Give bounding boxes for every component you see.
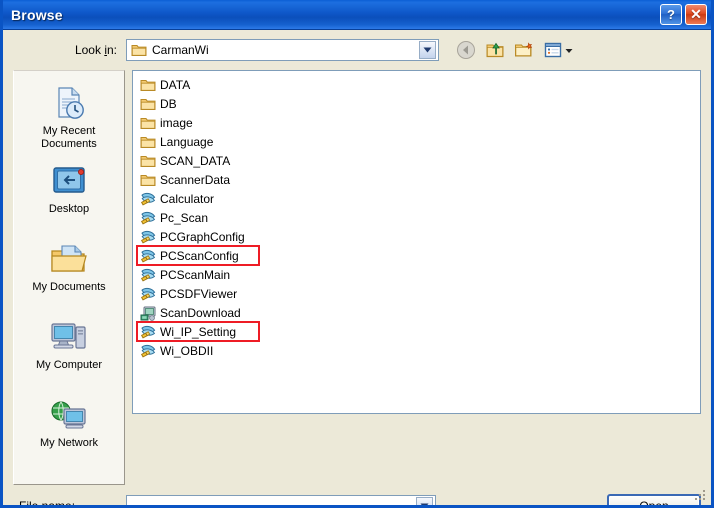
file-list-item-label: PCScanConfig (160, 248, 239, 263)
application-icon (140, 191, 156, 207)
folder-icon (140, 153, 156, 169)
file-list-item-label: DB (160, 96, 177, 111)
sidebar-item-label: My Network (39, 437, 99, 449)
action-button-group: Open Cancel (585, 493, 701, 505)
file-list-item[interactable]: DB (137, 94, 255, 113)
desktop-icon (48, 161, 90, 201)
file-list-item-label: DATA (160, 77, 191, 92)
dialog-body: My Recent Documents Desktop My Documents… (3, 70, 711, 485)
lookin-label: Look in: (74, 43, 117, 57)
sidebar-item-label: My Computer (35, 359, 103, 371)
sidebar-item-label: My Recent Documents (41, 125, 97, 150)
back-button[interactable] (455, 39, 477, 61)
file-list-item[interactable]: Pc_Scan (137, 208, 255, 227)
resize-grip[interactable] (695, 490, 707, 502)
file-list-item[interactable]: Language (137, 132, 255, 151)
close-button[interactable]: ✕ (685, 4, 707, 25)
file-list-item-label: Wi_OBDII (160, 343, 214, 358)
sidebar-item-desktop[interactable]: Desktop (14, 157, 124, 235)
views-dropdown-arrow[interactable] (565, 41, 573, 59)
file-list-item[interactable]: image (137, 113, 255, 132)
browse-dialog: Browse ? ✕ Look in: CarmanWi My Recent D… (0, 0, 714, 508)
filename-label: File name: (19, 499, 76, 508)
application-icon (140, 286, 156, 302)
sidebar-item-label: My Documents (32, 281, 106, 293)
file-list-item-label: Calculator (160, 191, 215, 206)
caption-button-group: ? ✕ (660, 4, 707, 25)
file-list-item[interactable]: Wi_IP_Setting (136, 321, 260, 342)
application-icon (140, 210, 156, 226)
window-title: Browse (11, 6, 63, 23)
file-list-item-label: ScannerData (160, 172, 231, 187)
bottom-controls: File name: Files of type: Applications (… (3, 493, 711, 508)
file-list-item[interactable]: ScannerData (137, 170, 255, 189)
file-list-item-label: PCGraphConfig (160, 229, 245, 244)
sidebar-item-my-documents[interactable]: My Documents (14, 235, 124, 313)
open-button[interactable]: Open (607, 494, 701, 505)
up-one-level-button[interactable] (484, 39, 506, 61)
sidebar-item-label: Desktop (48, 203, 90, 215)
file-list-item-label: Pc_Scan (160, 210, 209, 225)
lookin-current-folder: CarmanWi (152, 43, 209, 57)
file-list-item[interactable]: PCScanConfig (136, 245, 260, 266)
my-documents-icon (48, 239, 90, 279)
file-list-item-label: ScanDownload (160, 305, 241, 320)
folder-icon (140, 96, 156, 112)
file-list-item-label: SCAN_DATA (160, 153, 231, 168)
application-icon (140, 229, 156, 245)
file-list-item[interactable]: Wi_OBDII (137, 341, 255, 360)
filename-dropdown-arrow[interactable] (416, 497, 433, 505)
filename-row: File name: (13, 493, 585, 508)
application-icon (140, 343, 156, 359)
recent-documents-icon (48, 83, 90, 123)
my-computer-icon (48, 317, 90, 357)
views-button-group[interactable] (542, 39, 573, 61)
folder-icon (140, 172, 156, 188)
sidebar-item-my-computer[interactable]: My Computer (14, 313, 124, 391)
file-list-item-label: Language (160, 134, 214, 149)
new-folder-button[interactable] (513, 39, 535, 61)
application-icon (140, 267, 156, 283)
folder-icon (140, 77, 156, 93)
my-network-icon (48, 395, 90, 435)
application-icon (140, 248, 156, 264)
file-list[interactable]: DATA DB image Language SCAN_DATA ScannerData C… (132, 70, 701, 414)
file-list-item[interactable]: PCGraphConfig (137, 227, 255, 246)
title-bar[interactable]: Browse ? ✕ (3, 0, 711, 30)
file-list-item[interactable]: DATA (137, 75, 255, 94)
file-list-item-label: Wi_IP_Setting (160, 324, 237, 339)
lookin-combobox[interactable]: CarmanWi (126, 39, 439, 61)
help-button[interactable]: ? (660, 4, 682, 25)
file-list-item[interactable]: SCAN_DATA (137, 151, 255, 170)
sidebar-item-my-recent-documents[interactable]: My Recent Documents (14, 79, 124, 157)
lookin-toolbar: Look in: CarmanWi (3, 30, 711, 70)
toolbar-button-group (455, 39, 573, 61)
views-button[interactable] (542, 39, 564, 61)
file-list-item[interactable]: PCSDFViewer (137, 284, 255, 303)
folder-icon (131, 42, 147, 58)
folder-icon (140, 115, 156, 131)
file-list-item-label: image (160, 115, 193, 130)
lookin-dropdown-arrow[interactable] (419, 41, 436, 59)
file-list-item[interactable]: PCScanMain (137, 265, 255, 284)
file-list-item[interactable]: Calculator (137, 189, 255, 208)
application-icon (140, 305, 156, 321)
lookin-combo-value: CarmanWi (127, 42, 419, 58)
places-bar: My Recent Documents Desktop My Documents… (13, 70, 125, 485)
filename-combobox[interactable] (126, 495, 436, 505)
folder-icon (140, 134, 156, 150)
file-list-item-label: PCSDFViewer (160, 286, 238, 301)
file-list-item[interactable]: ScanDownload (137, 303, 255, 322)
application-icon (140, 324, 156, 340)
sidebar-item-my-network[interactable]: My Network (14, 391, 124, 469)
file-list-item-label: PCScanMain (160, 267, 231, 282)
